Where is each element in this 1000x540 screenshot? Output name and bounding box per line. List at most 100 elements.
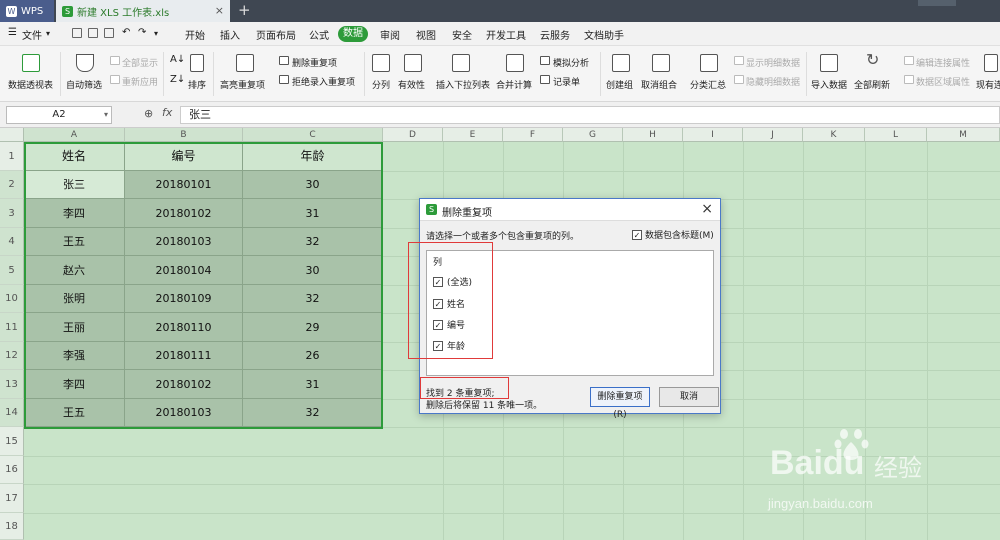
column-option-name[interactable]: ✓ 姓名 bbox=[433, 297, 465, 310]
hamburger-menu-icon[interactable]: ☰ bbox=[8, 27, 17, 38]
new-tab-icon[interactable]: + bbox=[238, 1, 251, 19]
reject-duplicates-icon[interactable] bbox=[279, 75, 289, 84]
highlight-duplicates-icon[interactable] bbox=[236, 54, 254, 72]
table-cell[interactable]: 20180111 bbox=[125, 342, 243, 370]
table-cell[interactable]: 30 bbox=[243, 171, 383, 199]
column-option-id[interactable]: ✓ 编号 bbox=[433, 318, 465, 331]
redo-icon[interactable]: ↷ bbox=[138, 27, 146, 38]
whatif-icon[interactable] bbox=[540, 56, 550, 65]
ungroup-button[interactable]: 取消组合 bbox=[641, 78, 677, 91]
column-header-c[interactable]: C bbox=[243, 128, 383, 142]
delete-duplicates-button[interactable]: 删除重复项 bbox=[292, 56, 337, 69]
column-list[interactable]: 列 ✓ (全选) ✓ 姓名 ✓ 编号 ✓ 年龄 bbox=[426, 250, 714, 376]
row-header[interactable]: 2 bbox=[0, 171, 24, 199]
row-header[interactable]: 12 bbox=[0, 342, 24, 370]
data-has-header-checkbox[interactable]: ✓ 数据包含标题(M) bbox=[632, 228, 714, 241]
close-tab-icon[interactable]: × bbox=[215, 4, 224, 17]
menu-item-doc-assistant[interactable]: 文档助手 bbox=[584, 27, 624, 42]
insert-dropdown-button[interactable]: 插入下拉列表 bbox=[436, 78, 490, 91]
menu-item-cloud[interactable]: 云服务 bbox=[540, 27, 570, 42]
wps-home-tab[interactable]: W WPS bbox=[0, 0, 54, 22]
table-cell[interactable]: 20180102 bbox=[125, 370, 243, 399]
autofilter-icon[interactable] bbox=[76, 54, 94, 72]
ungroup-icon[interactable] bbox=[652, 54, 670, 72]
file-menu-chevron-icon[interactable]: ▾ bbox=[46, 29, 50, 38]
table-cell[interactable]: 20180110 bbox=[125, 313, 243, 342]
close-icon[interactable]: × bbox=[701, 201, 713, 217]
table-cell[interactable]: 王丽 bbox=[24, 313, 125, 342]
delete-duplicates-icon[interactable] bbox=[279, 56, 289, 65]
checkmark-icon[interactable]: ✓ bbox=[433, 340, 443, 351]
table-cell[interactable]: 王五 bbox=[24, 228, 125, 256]
subtotal-button[interactable]: 分类汇总 bbox=[690, 78, 726, 91]
name-box-chevron-icon[interactable]: ▾ bbox=[104, 107, 108, 123]
column-header-a[interactable]: A bbox=[24, 128, 125, 142]
row-header[interactable]: 15 bbox=[0, 427, 24, 456]
highlight-duplicates-button[interactable]: 高亮重复项 bbox=[220, 78, 265, 91]
split-column-button[interactable]: 分列 bbox=[372, 78, 390, 91]
table-cell[interactable]: 20180103 bbox=[125, 399, 243, 427]
table-cell[interactable]: 20180101 bbox=[125, 171, 243, 199]
select-all-corner[interactable] bbox=[0, 128, 24, 142]
row-header[interactable]: 17 bbox=[0, 484, 24, 513]
import-data-button[interactable]: 导入数据 bbox=[811, 78, 847, 91]
table-cell[interactable]: 29 bbox=[243, 313, 383, 342]
table-cell[interactable]: 30 bbox=[243, 256, 383, 285]
sort-ascending-icon[interactable]: A↓ bbox=[170, 54, 185, 65]
column-header-e[interactable]: E bbox=[443, 128, 503, 142]
column-option-age[interactable]: ✓ 年龄 bbox=[433, 339, 465, 352]
dialog-title-bar[interactable]: S 删除重复项 × bbox=[420, 199, 720, 221]
column-header-k[interactable]: K bbox=[803, 128, 865, 142]
existing-connections-button[interactable]: 现有连 bbox=[976, 78, 1000, 91]
menu-item-view[interactable]: 视图 bbox=[416, 27, 436, 42]
sort-button[interactable]: 排序 bbox=[188, 78, 206, 91]
record-form-button[interactable]: 记录单 bbox=[553, 75, 580, 88]
table-cell[interactable]: 20180109 bbox=[125, 285, 243, 313]
header-cell-name[interactable]: 姓名 bbox=[24, 142, 125, 171]
table-cell[interactable]: 张明 bbox=[24, 285, 125, 313]
table-cell[interactable]: 20180103 bbox=[125, 228, 243, 256]
checkmark-icon[interactable]: ✓ bbox=[632, 229, 642, 240]
pivot-table-button[interactable]: 数据透视表 bbox=[8, 78, 53, 91]
checkmark-icon[interactable]: ✓ bbox=[433, 319, 443, 330]
row-header[interactable]: 4 bbox=[0, 228, 24, 256]
import-data-icon[interactable] bbox=[820, 54, 838, 72]
row-header[interactable]: 1 bbox=[0, 142, 24, 171]
validity-icon[interactable] bbox=[404, 54, 422, 72]
column-header-h[interactable]: H bbox=[623, 128, 683, 142]
subtotal-icon[interactable] bbox=[700, 54, 718, 72]
save-icon[interactable] bbox=[72, 28, 82, 38]
pivot-table-icon[interactable] bbox=[22, 54, 40, 72]
menu-item-security[interactable]: 安全 bbox=[452, 27, 472, 42]
table-cell-active[interactable]: 张三 bbox=[24, 171, 125, 199]
menu-item-review[interactable]: 审阅 bbox=[380, 27, 400, 42]
column-option-select-all[interactable]: ✓ (全选) bbox=[433, 275, 472, 288]
cancel-button[interactable]: 取消 bbox=[659, 387, 719, 407]
sort-descending-icon[interactable]: Z↓ bbox=[170, 74, 185, 85]
table-cell[interactable]: 32 bbox=[243, 285, 383, 313]
column-header-b[interactable]: B bbox=[125, 128, 243, 142]
menu-item-developer[interactable]: 开发工具 bbox=[486, 27, 526, 42]
row-header[interactable]: 18 bbox=[0, 513, 24, 540]
table-cell[interactable]: 32 bbox=[243, 228, 383, 256]
column-header-g[interactable]: G bbox=[563, 128, 623, 142]
table-cell[interactable]: 20180104 bbox=[125, 256, 243, 285]
reject-duplicates-button[interactable]: 拒绝录入重复项 bbox=[292, 75, 355, 88]
split-column-icon[interactable] bbox=[372, 54, 390, 72]
whatif-button[interactable]: 模拟分析 bbox=[553, 56, 589, 69]
create-group-icon[interactable] bbox=[612, 54, 630, 72]
column-header-f[interactable]: F bbox=[503, 128, 563, 142]
table-cell[interactable]: 李四 bbox=[24, 199, 125, 228]
refresh-all-button[interactable]: 全部刷新 bbox=[854, 78, 890, 91]
autofilter-button[interactable]: 自动筛选 bbox=[66, 78, 102, 91]
name-box[interactable]: A2 ▾ bbox=[6, 106, 112, 124]
table-cell[interactable]: 李四 bbox=[24, 370, 125, 399]
checkmark-icon[interactable]: ✓ bbox=[433, 276, 443, 287]
refresh-icon[interactable]: ↻ bbox=[866, 50, 879, 69]
table-cell[interactable]: 26 bbox=[243, 342, 383, 370]
undo-icon[interactable]: ↶ bbox=[122, 27, 130, 38]
table-cell[interactable]: 31 bbox=[243, 370, 383, 399]
menu-item-formula[interactable]: 公式 bbox=[309, 27, 329, 42]
dropdown-list-icon[interactable] bbox=[452, 54, 470, 72]
table-cell[interactable]: 赵六 bbox=[24, 256, 125, 285]
